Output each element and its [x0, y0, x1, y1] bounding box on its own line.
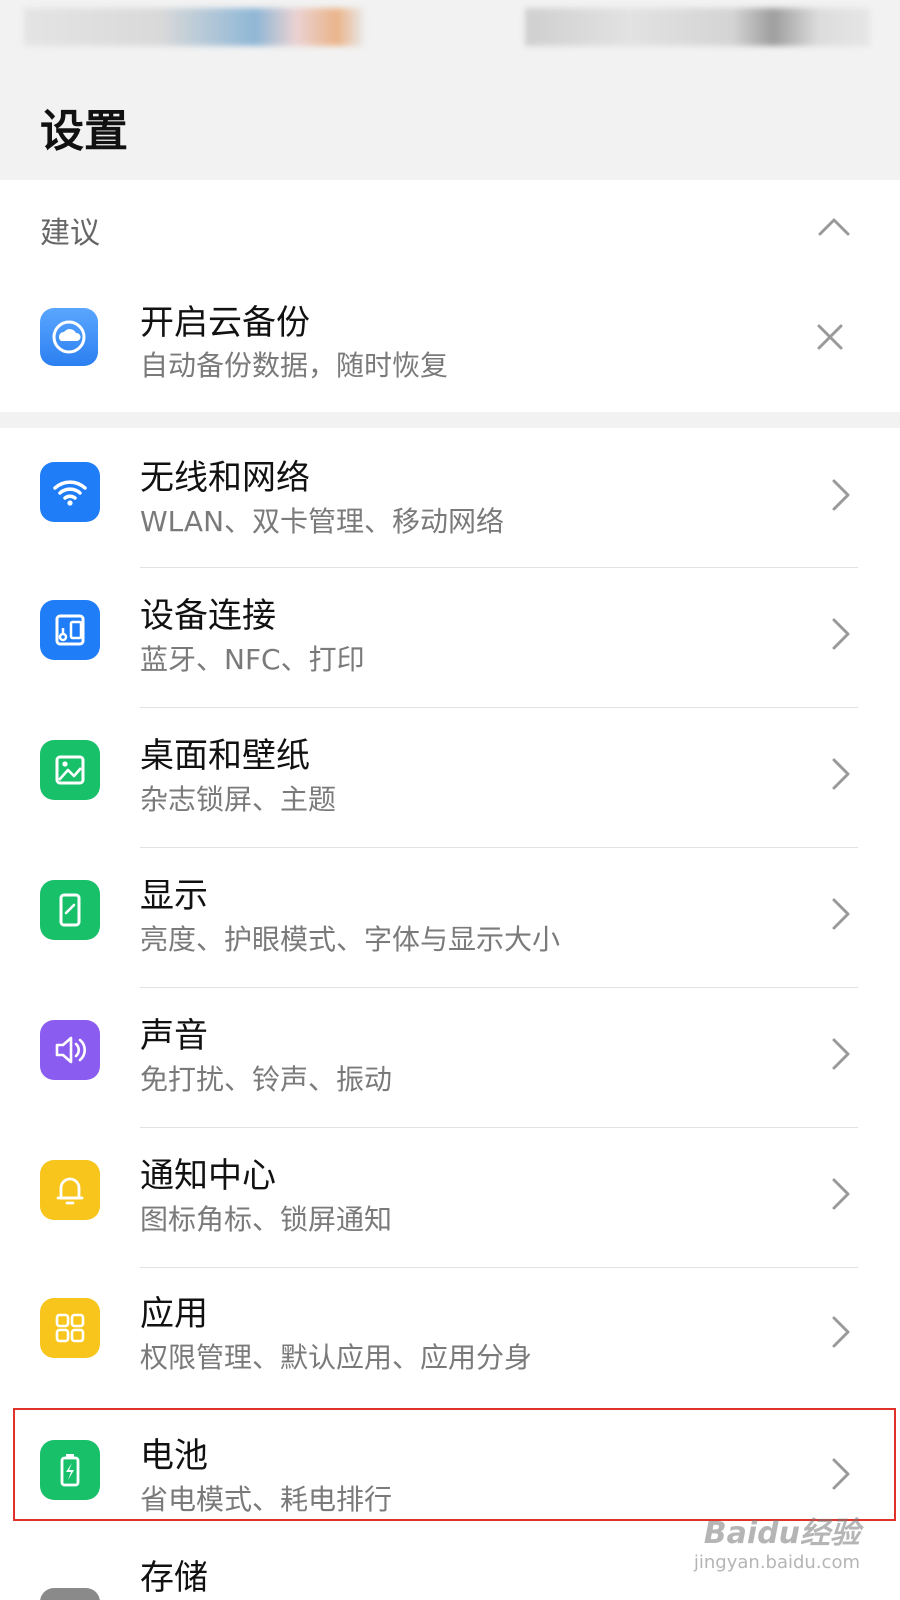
settings-item-notification-center[interactable]: 通知中心 图标角标、锁屏通知 — [0, 1128, 900, 1268]
status-bar-left-blurred — [24, 8, 364, 46]
device-connect-icon — [40, 600, 100, 660]
suggestions-label: 建议 — [40, 216, 100, 251]
settings-item-wireless-network[interactable]: 无线和网络 WLAN、双卡管理、移动网络 — [0, 428, 900, 568]
cloud-backup-icon — [40, 308, 98, 366]
wifi-icon — [40, 462, 100, 522]
storage-icon — [40, 1588, 100, 1600]
settings-item-subtitle: 权限管理、默认应用、应用分身 — [140, 1341, 533, 1374]
settings-item-subtitle: 亮度、护眼模式、字体与显示大小 — [140, 923, 561, 956]
suggestion-title: 开启云备份 — [140, 303, 310, 343]
apps-grid-icon — [40, 1298, 100, 1358]
chevron-right-icon — [832, 479, 850, 511]
chevron-right-icon — [832, 898, 850, 930]
suggestions-card: 建议 开启云备份 自动备份数据，随时恢复 — [0, 180, 900, 412]
wallpaper-icon — [40, 740, 100, 800]
chevron-right-icon — [832, 758, 850, 790]
settings-item-subtitle: 图标角标、锁屏通知 — [140, 1203, 393, 1236]
settings-item-subtitle: 免打扰、铃声、振动 — [140, 1063, 393, 1096]
chevron-right-icon — [832, 1178, 850, 1210]
page-title: 设置 — [40, 106, 128, 157]
settings-item-title: 显示 — [140, 876, 208, 916]
settings-item-subtitle: 杂志锁屏、主题 — [140, 783, 337, 816]
bell-icon — [40, 1160, 100, 1220]
chevron-right-icon — [832, 1038, 850, 1070]
baidu-watermark: Baidu经验 jingyan.baidu.com — [694, 1508, 860, 1573]
suggestion-subtitle: 自动备份数据，随时恢复 — [140, 349, 449, 382]
settings-item-subtitle: 省电模式、耗电排行 — [140, 1483, 393, 1516]
settings-item-subtitle: WLAN、双卡管理、移动网络 — [140, 505, 505, 538]
status-bar — [0, 0, 900, 60]
section-gap — [0, 412, 900, 428]
settings-item-apps[interactable]: 应用 权限管理、默认应用、应用分身 — [0, 1268, 900, 1408]
settings-item-device-connection[interactable]: 设备连接 蓝牙、NFC、打印 — [0, 568, 900, 708]
speaker-icon — [40, 1020, 100, 1080]
settings-item-desktop-wallpaper[interactable]: 桌面和壁纸 杂志锁屏、主题 — [0, 708, 900, 848]
settings-item-title: 通知中心 — [140, 1156, 276, 1196]
chevron-up-icon[interactable] — [814, 208, 854, 248]
settings-item-title: 无线和网络 — [140, 458, 310, 498]
close-icon[interactable] — [810, 317, 850, 357]
watermark-sub: jingyan.baidu.com — [693, 1552, 860, 1573]
suggestion-cloud-backup[interactable]: 开启云备份 自动备份数据，随时恢复 — [0, 280, 900, 400]
settings-item-title: 应用 — [140, 1294, 208, 1334]
chevron-right-icon — [832, 1458, 850, 1490]
header: 设置 — [0, 60, 900, 180]
status-bar-right-blurred — [525, 8, 870, 46]
watermark-main: Baidu经验 — [703, 1516, 860, 1551]
settings-item-title: 电池 — [140, 1436, 208, 1476]
settings-item-subtitle: 蓝牙、NFC、打印 — [140, 643, 365, 676]
settings-item-title: 声音 — [140, 1016, 208, 1056]
battery-icon — [40, 1440, 100, 1500]
chevron-right-icon — [832, 618, 850, 650]
settings-item-display[interactable]: 显示 亮度、护眼模式、字体与显示大小 — [0, 848, 900, 988]
chevron-right-icon — [832, 1316, 850, 1348]
settings-item-sound[interactable]: 声音 免打扰、铃声、振动 — [0, 988, 900, 1128]
settings-item-title: 桌面和壁纸 — [140, 736, 310, 776]
settings-item-title: 设备连接 — [140, 596, 276, 636]
settings-item-title: 存储 — [140, 1558, 208, 1598]
display-icon — [40, 880, 100, 940]
